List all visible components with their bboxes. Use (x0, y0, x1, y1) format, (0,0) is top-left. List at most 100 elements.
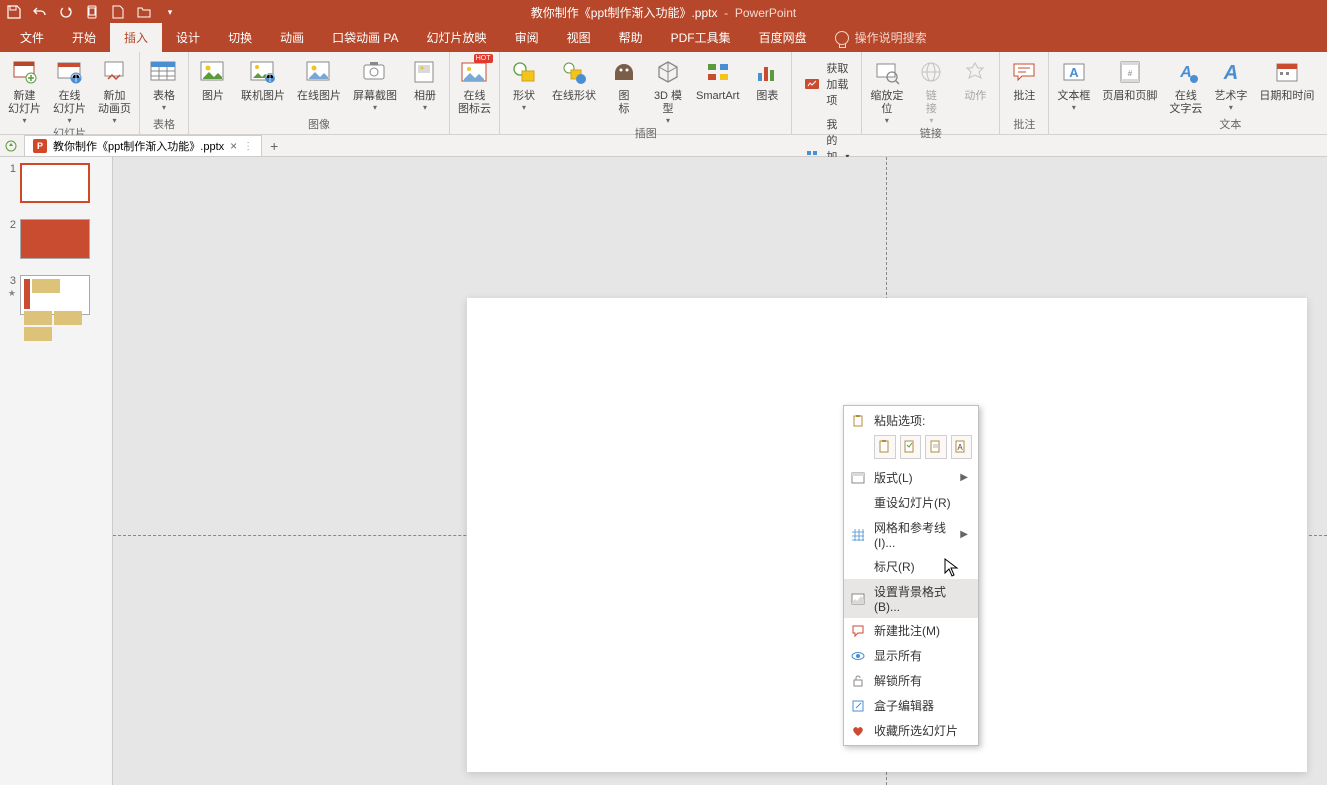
online-wordcloud-button[interactable]: A在线文字云 (1165, 54, 1206, 118)
touch-mode-icon[interactable] (84, 4, 100, 20)
slide-canvas[interactable] (113, 157, 1327, 785)
online-shapes-button[interactable]: 在线形状 (548, 54, 600, 105)
get-addons-label: 获取加载项 (826, 60, 849, 108)
picture-button[interactable]: 图片 (193, 54, 233, 105)
ctx-paste-label: 粘贴选项: (874, 412, 968, 429)
comment-button[interactable]: 批注 (1004, 54, 1044, 105)
screenshot-button[interactable]: 屏幕截图▾ (349, 54, 401, 114)
paste-text-only-button[interactable]: A (951, 435, 973, 459)
online-picture-button[interactable]: 联机图片 (237, 54, 289, 105)
tab-view[interactable]: 视图 (553, 23, 605, 52)
online-shapes-label: 在线形状 (552, 90, 596, 103)
online-image-button[interactable]: 在线图片 (293, 54, 345, 105)
tab-home[interactable]: 开始 (58, 23, 110, 52)
header-footer-button[interactable]: #页眉和页脚 (1098, 54, 1161, 105)
new-doc-icon[interactable] (110, 4, 126, 20)
group-addons: 获取加载项 我的加载项▾ 加载项 (792, 52, 862, 134)
smartart-button[interactable]: SmartArt (692, 54, 743, 105)
table-button[interactable]: 表格▾ (144, 54, 184, 114)
paste-options: A (844, 433, 978, 465)
ctx-layout[interactable]: 版式(L) ▶ (844, 465, 978, 490)
slidenumber-button[interactable]: #幻灯片编号 (1322, 54, 1327, 118)
tab-slideshow[interactable]: 幻灯片放映 (413, 23, 501, 52)
new-anim-page-button[interactable]: 新加动画页▾ (94, 54, 135, 127)
heart-icon (850, 723, 866, 739)
app-name: PowerPoint (735, 6, 796, 20)
model3d-button[interactable]: 3D 模型▾ (648, 54, 688, 127)
ctx-reset-slide[interactable]: 重设幻灯片(R) (844, 490, 978, 515)
tab-transition[interactable]: 切换 (214, 23, 266, 52)
photo-album-button[interactable]: 相册▾ (405, 54, 445, 114)
ctx-new-comment[interactable]: 新建批注(M) (844, 618, 978, 643)
paste-picture-button[interactable] (925, 435, 947, 459)
ctx-paste-label-row: 粘贴选项: (844, 408, 978, 433)
action-button: 动作 (955, 54, 995, 105)
paste-dest-theme-button[interactable] (900, 435, 922, 459)
thumbnail-1[interactable]: 1 (0, 161, 112, 205)
datetime-button[interactable]: 日期和时间 (1255, 54, 1318, 105)
ctx-unlock-all[interactable]: 解锁所有 (844, 668, 978, 693)
thumbnail-3[interactable]: 3★ (0, 273, 112, 317)
group-label-comment: 批注 (1004, 118, 1044, 134)
slide-thumbnail-panel[interactable]: 1 2 3★ (0, 157, 113, 785)
layout-icon (850, 470, 866, 486)
paste-keep-source-button[interactable] (874, 435, 896, 459)
document-tab[interactable]: P 教你制作《ppt制作渐入功能》.pptx × ⋮ (24, 135, 262, 156)
header-footer-label: 页眉和页脚 (1102, 90, 1157, 103)
ctx-show-all[interactable]: 显示所有 (844, 643, 978, 668)
wordart-button[interactable]: A艺术字▾ (1210, 54, 1251, 114)
online-slide-button[interactable]: 在线幻灯片▾ (49, 54, 90, 127)
anim-indicator-icon: ★ (8, 288, 16, 298)
chart-button[interactable]: 图表 (747, 54, 787, 105)
new-tab-button[interactable]: + (266, 138, 282, 154)
svg-text:A: A (958, 443, 964, 452)
title-bar: ▾ 教你制作《ppt制作渐入功能》.pptx - PowerPoint (0, 0, 1327, 24)
ctx-favorite-slide[interactable]: 收藏所选幻灯片 (844, 718, 978, 743)
zoom-button[interactable]: 缩放定位▾ (866, 54, 907, 127)
new-slide-button[interactable]: 新建幻灯片▾ (4, 54, 45, 127)
ctx-ruler[interactable]: 标尺(R) (844, 554, 978, 579)
textbox-button[interactable]: A文本框▾ (1053, 54, 1094, 114)
screenshot-label: 屏幕截图 (353, 90, 397, 103)
doc-sync-icon[interactable] (4, 139, 18, 153)
qat-dropdown-icon[interactable]: ▾ (162, 4, 178, 20)
tab-insert[interactable]: 插入 (110, 23, 162, 52)
datetime-label: 日期和时间 (1259, 90, 1314, 103)
album-label: 相册 (414, 90, 436, 103)
table-label: 表格 (153, 90, 175, 103)
ctx-box-editor[interactable]: 盒子编辑器 (844, 693, 978, 718)
tab-review[interactable]: 审阅 (501, 23, 553, 52)
shapes-button[interactable]: 形状▾ (504, 54, 544, 114)
online-wordcloud-label: 在线文字云 (1169, 90, 1202, 116)
powerpoint-icon: P (33, 139, 47, 153)
undo-icon[interactable] (32, 4, 48, 20)
tab-animation[interactable]: 动画 (266, 23, 318, 52)
redo-icon[interactable] (58, 4, 74, 20)
ribbon-tabs: 文件 开始 插入 设计 切换 动画 口袋动画 PA 幻灯片放映 审阅 视图 帮助… (0, 24, 1327, 52)
tell-me-search[interactable]: 操作说明搜索 (821, 23, 941, 52)
tab-pdf[interactable]: PDF工具集 (657, 23, 745, 52)
close-tab-icon[interactable]: × (230, 139, 237, 153)
online-icon-cloud-button[interactable]: HOT在线图标云 (454, 54, 495, 118)
chart-label: 图表 (756, 90, 778, 103)
open-folder-icon[interactable] (136, 4, 152, 20)
tab-menu-icon[interactable]: ⋮ (243, 141, 253, 152)
work-area: 1 2 3★ (0, 157, 1327, 785)
tab-baidu[interactable]: 百度网盘 (745, 23, 821, 52)
tab-help[interactable]: 帮助 (605, 23, 657, 52)
ctx-grid-guides[interactable]: 网格和参考线(I)... ▶ (844, 515, 978, 554)
thumbnail-2[interactable]: 2 (0, 217, 112, 261)
shapes-label: 形状 (513, 90, 535, 103)
icons-button[interactable]: 图标 (604, 54, 644, 118)
online-picture-label: 联机图片 (241, 90, 285, 103)
group-online-icon: HOT在线图标云 (450, 52, 500, 134)
eye-icon (850, 648, 866, 664)
ctx-background-format[interactable]: 设置背景格式(B)... (844, 579, 978, 618)
window-title: 教你制作《ppt制作渐入功能》.pptx - PowerPoint (531, 4, 796, 21)
tab-pocketanim[interactable]: 口袋动画 PA (318, 23, 412, 52)
save-icon[interactable] (6, 4, 22, 20)
tab-design[interactable]: 设计 (162, 23, 214, 52)
tell-me-label: 操作说明搜索 (855, 29, 927, 46)
get-addons-button[interactable]: 获取加载项 (800, 58, 853, 110)
tab-file[interactable]: 文件 (6, 23, 58, 52)
